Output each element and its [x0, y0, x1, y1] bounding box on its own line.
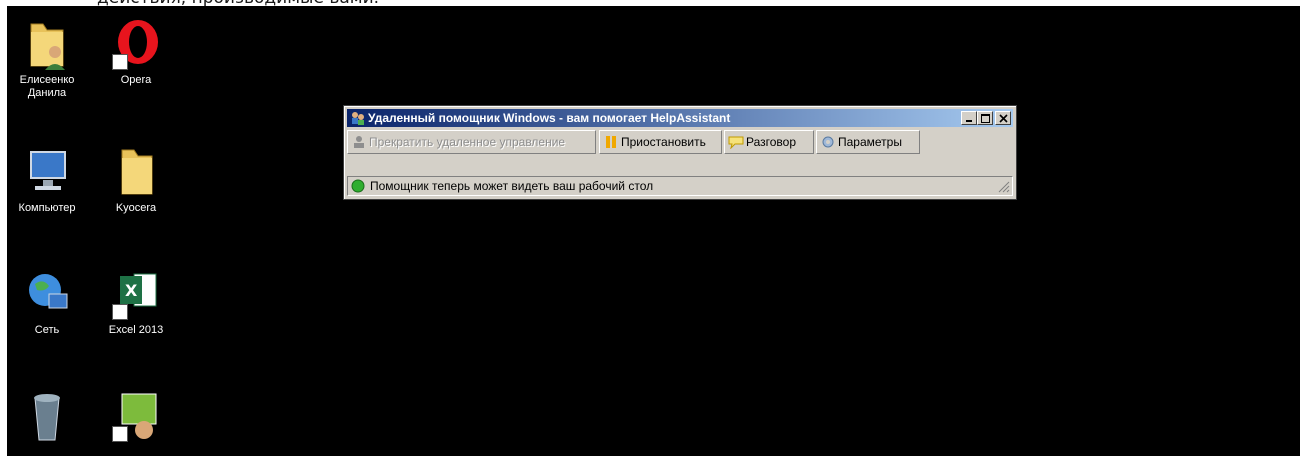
desktop-icon-user-folder[interactable]: Елисеенко Данила [7, 18, 87, 100]
desktop-icon-opera[interactable]: Opera [96, 18, 176, 87]
close-icon [999, 114, 1008, 123]
pause-label: Приостановить [621, 135, 706, 149]
computer-icon [30, 151, 66, 190]
stop-remote-control-button[interactable]: Прекратить удаленное управление [347, 130, 596, 154]
resize-grip-icon[interactable] [998, 181, 1010, 193]
desktop-icon-excel[interactable]: X Excel 2013 [96, 268, 176, 337]
status-bar: Помощник теперь может видеть ваш рабочий… [347, 176, 1013, 196]
desktop-icon-computer[interactable]: Компьютер [7, 146, 87, 215]
shortcut-arrow-icon [112, 54, 128, 70]
network-globe-icon [29, 274, 68, 309]
desktop-icon-recycle-bin[interactable] [7, 390, 87, 442]
stop-control-icon [354, 136, 364, 148]
folder-user-icon [30, 23, 65, 70]
stop-control-label: Прекратить удаленное управление [369, 135, 566, 149]
minimize-button[interactable] [961, 111, 977, 125]
settings-label: Параметры [838, 135, 902, 149]
shortcut-arrow-icon [112, 304, 128, 320]
icon-label: Excel 2013 [108, 324, 164, 336]
shortcut-arrow-icon [112, 426, 128, 442]
folder-icon [121, 149, 153, 195]
recycle-bin-icon [34, 394, 60, 441]
remote-assistance-icon [352, 112, 364, 125]
desktop-icon-kyocera[interactable]: Kyocera [96, 146, 176, 215]
chat-bubble-icon [728, 136, 744, 149]
maximize-icon [981, 114, 990, 123]
remote-assistance-window: Удаленный помощник Windows - вам помогае… [343, 105, 1017, 200]
svg-text:X: X [125, 281, 138, 300]
gear-icon [822, 136, 834, 148]
pause-icon [606, 136, 616, 148]
desktop-icon-network[interactable]: Сеть [7, 268, 87, 337]
icon-label: Елисеенко Данила [19, 74, 75, 99]
icon-label: Компьютер [18, 202, 76, 214]
close-button[interactable] [995, 111, 1011, 125]
desktop: Елисеенко Данила Opera Компьютер Kyocera… [7, 6, 1300, 456]
pause-button[interactable]: Приостановить [599, 130, 722, 154]
window-title: Удаленный помощник Windows - вам помогае… [368, 111, 731, 125]
icon-label: Opera [120, 74, 152, 86]
chat-label: Разговор [746, 135, 797, 149]
minimize-icon [966, 120, 972, 122]
maximize-button[interactable] [977, 111, 993, 125]
toolbar: Прекратить удаленное управление Приостан… [347, 130, 1013, 154]
status-green-icon [351, 179, 365, 193]
icon-label: Сеть [34, 324, 60, 336]
desktop-icon-app[interactable] [96, 390, 176, 442]
status-text: Помощник теперь может видеть ваш рабочий… [370, 179, 654, 193]
icon-label: Kyocera [115, 202, 157, 214]
settings-button[interactable]: Параметры [816, 130, 920, 154]
chat-button[interactable]: Разговор [724, 130, 814, 154]
title-bar[interactable]: Удаленный помощник Windows - вам помогае… [347, 109, 1013, 127]
